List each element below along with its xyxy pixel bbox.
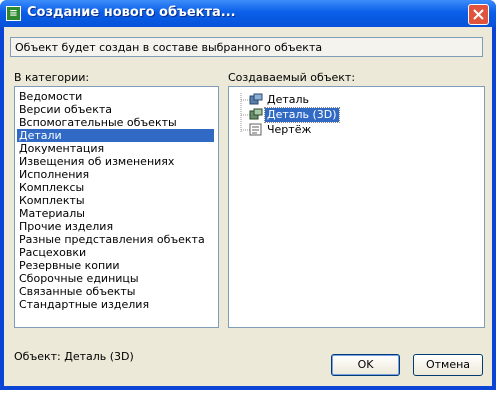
ok-button[interactable]: OK — [331, 354, 400, 376]
close-icon — [473, 9, 484, 20]
category-item[interactable]: Прочие изделия — [17, 220, 214, 233]
drawing-icon — [249, 123, 262, 136]
category-item[interactable]: Комплексы — [17, 181, 214, 194]
category-item[interactable]: Разные представления объекта — [17, 233, 214, 246]
part-icon — [249, 93, 263, 105]
info-box: Объект будет создан в составе выбранного… — [10, 37, 483, 57]
close-button[interactable] — [468, 4, 489, 25]
window-title: Создание нового объекта... — [27, 5, 236, 20]
part-3d-icon — [249, 108, 263, 120]
category-item[interactable]: Расцеховки — [17, 246, 214, 259]
tree-item-label: Деталь — [267, 93, 310, 106]
category-item[interactable]: Извещения об изменениях — [17, 155, 214, 168]
title-bar[interactable]: ≡ Создание нового объекта... — [0, 0, 496, 27]
status-text: Объект: Деталь (3D) — [14, 350, 134, 363]
objects-label: Создаваемый объект: — [228, 71, 356, 84]
category-item[interactable]: Версии объекта — [17, 103, 214, 116]
category-item[interactable]: Материалы — [17, 207, 214, 220]
category-item[interactable]: Исполнения — [17, 168, 214, 181]
dialog-window: ≡ Создание нового объекта... Объект буде… — [0, 0, 496, 390]
tree-item-label: Чертёж — [267, 123, 312, 136]
categories-label: В категории: — [14, 71, 90, 84]
app-icon: ≡ — [6, 6, 21, 21]
category-item[interactable]: Сборочные единицы — [17, 272, 214, 285]
category-item[interactable]: Стандартные изделия — [17, 298, 214, 311]
objects-tree[interactable]: Деталь Деталь (3D) Чертёж — [228, 86, 485, 328]
tree-item-label: Деталь (3D) — [264, 107, 340, 123]
cancel-button[interactable]: Отмена — [413, 354, 483, 376]
category-item[interactable]: Документация — [17, 142, 214, 155]
categories-list[interactable]: Ведомости Версии объекта Вспомогательные… — [14, 86, 219, 328]
category-item[interactable]: Связанные объекты — [17, 285, 214, 298]
info-text: Объект будет создан в составе выбранного… — [15, 41, 323, 54]
category-item-selected[interactable]: Детали — [17, 129, 214, 142]
category-item[interactable]: Комплекты — [17, 194, 214, 207]
category-item[interactable]: Резервные копии — [17, 259, 214, 272]
category-item[interactable]: Ведомости — [17, 90, 214, 103]
dialog-client: Объект будет создан в составе выбранного… — [4, 27, 492, 386]
category-item[interactable]: Вспомогательные объекты — [17, 116, 214, 129]
